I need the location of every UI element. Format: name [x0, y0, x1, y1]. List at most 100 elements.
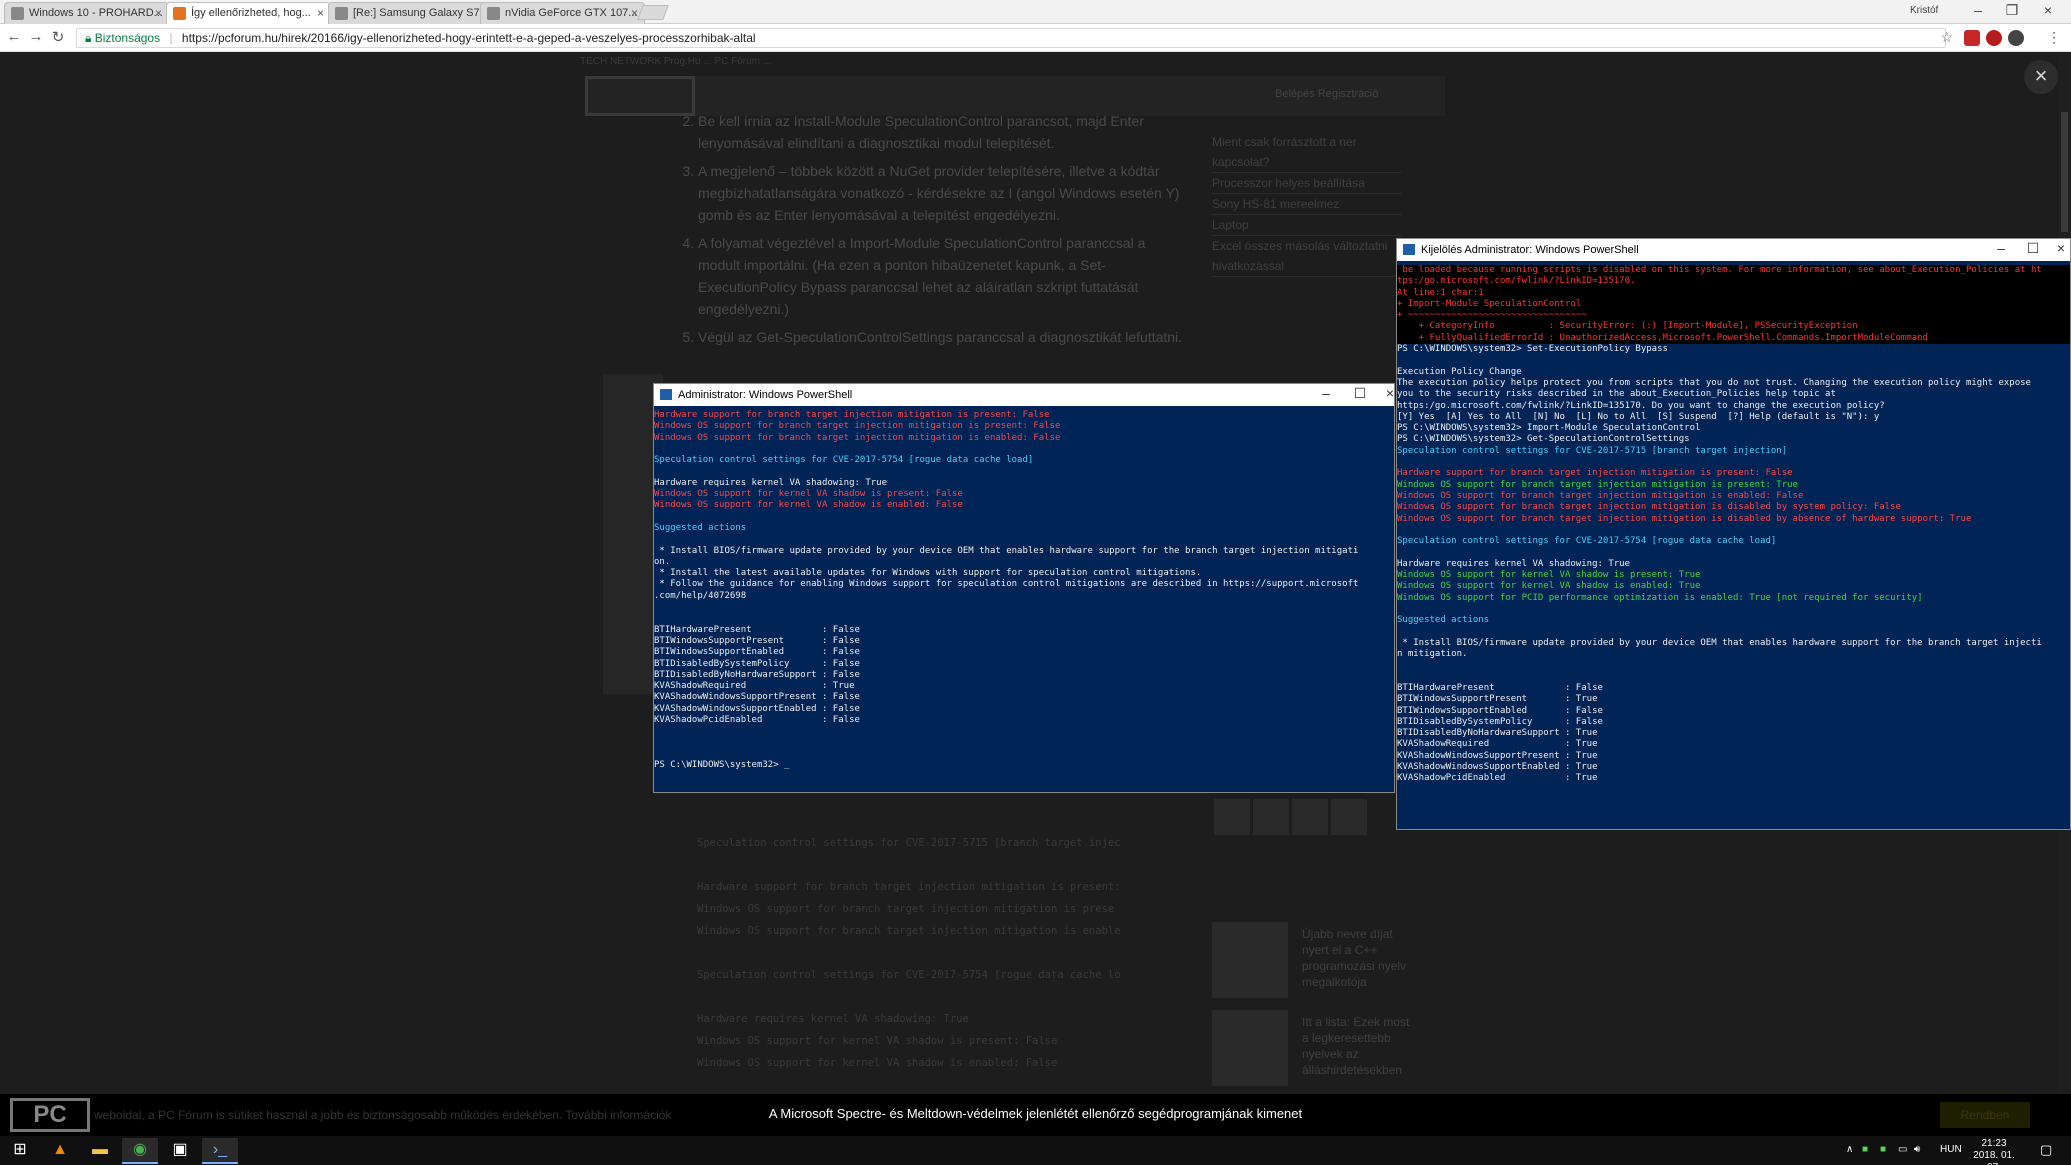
volume-icon[interactable]: 🔊︎ — [1914, 1144, 1920, 1155]
window-titlebar[interactable]: Administrator: Windows PowerShell – ☐ × — [654, 384, 1394, 406]
news-item[interactable]: Újabb nevre díjat nyert el a C++ program… — [1212, 922, 1412, 1010]
window-title: Kijelölés Administrator: Windows PowerSh… — [1421, 244, 1639, 256]
language-indicator[interactable]: HUN — [1940, 1144, 1962, 1155]
extension-icon[interactable] — [2008, 30, 2024, 46]
clock[interactable]: 21:23 2018. 01. 07. — [1970, 1138, 2018, 1165]
powershell-window-left[interactable]: Administrator: Windows PowerShell – ☐ × … — [653, 383, 1395, 793]
console-line: Windows OS support for branch target inj… — [654, 432, 1061, 443]
forward-arrow-icon[interactable]: → — [26, 28, 46, 45]
article-step: Be kell írnia az Install-Module Speculat… — [698, 110, 1188, 154]
console-line: Windows OS support for kernel VA shadow … — [1397, 581, 1701, 592]
sidebar-item[interactable]: Laptop — [1212, 215, 1402, 236]
console-output[interactable]: be loaded because running scripts is dis… — [1397, 261, 2070, 829]
console-line: KVAShadowWindowsSupportEnabled : True — [1397, 762, 1598, 773]
sidebar-item[interactable]: Processzor helyes beállítása — [1212, 173, 1402, 194]
powershell-window-right[interactable]: Kijelölés Administrator: Windows PowerSh… — [1396, 238, 2071, 830]
clock-date: 2018. 01. 07. — [1973, 1150, 2015, 1165]
tray-app-icon[interactable]: ■ — [1862, 1144, 1868, 1155]
powershell-taskbar-icon[interactable]: ›_ — [202, 1138, 238, 1164]
code-line: Windows OS support for branch target inj… — [697, 925, 1121, 937]
extension-icon[interactable] — [1986, 30, 2002, 46]
cookie-accept-button[interactable]: Rendben — [1940, 1102, 2030, 1128]
browser-tab[interactable]: Windows 10 - PROHARD... × — [4, 2, 169, 24]
browser-tab-active[interactable]: Így ellenőrizheted, hog... × — [166, 2, 331, 24]
close-window-icon[interactable]: × — [1372, 385, 1394, 401]
extension-icon[interactable] — [1964, 30, 1980, 46]
news-list: Újabb nevre díjat nyert el a C++ program… — [1212, 922, 1412, 1098]
window-titlebar[interactable]: Kijelölés Administrator: Windows PowerSh… — [1397, 239, 2070, 261]
scrollbar-thumb[interactable] — [2061, 112, 2068, 232]
maximize-icon[interactable]: ❐ — [1992, 2, 2032, 19]
minimize-icon[interactable]: – — [1308, 385, 1344, 401]
network-icon[interactable]: ▭ — [1898, 1144, 1907, 1155]
login-links[interactable]: Belépés Regisztráció — [1275, 88, 1378, 100]
news-item[interactable]: Itt a lista: Ezek most a legkeresettebb … — [1212, 1010, 1412, 1098]
sidebar-item[interactable]: Sony HS-81 mereelmez — [1212, 194, 1402, 215]
code-line: Windows OS support for kernel VA shadow … — [697, 1057, 1058, 1069]
tab-favicon-icon — [335, 7, 348, 20]
lightbox-close-icon[interactable]: × — [2024, 60, 2058, 94]
console-line: PS C:\WINDOWS\system32> _ — [654, 760, 790, 771]
image-caption-bar: PC weboldal, a PC Fórum is sütiket haszn… — [0, 1094, 2071, 1136]
start-menu-icon[interactable]: ⊞ — [2, 1138, 38, 1164]
console-line: BTIDisabledByNoHardwareSupport : False — [654, 669, 860, 680]
browser-tab[interactable]: [Re:] Samsung Galaxy S7... × — [328, 2, 493, 24]
menu-dots-icon[interactable]: ⋮ — [2047, 29, 2061, 46]
code-line: Windows OS support for branch target inj… — [697, 903, 1115, 915]
console-line: BTIDisabledBySystemPolicy : False — [1397, 716, 1603, 727]
browser-toolbar: ← → ↻ 🔒︎ Biztonságos | https://pcforum.h… — [0, 24, 2071, 52]
console-line: BTIDisabledBySystemPolicy : False — [654, 658, 860, 669]
code-line: Hardware requires kernel VA shadowing: T… — [697, 1013, 969, 1025]
console-line: tps:/go.microsoft.com/fwlink/?LinkID=135… — [1397, 276, 2070, 288]
close-tab-icon[interactable]: × — [155, 6, 162, 20]
notification-icon[interactable]: ▢ — [2040, 1142, 2052, 1158]
thumbnail[interactable] — [1292, 799, 1328, 835]
close-tab-icon[interactable]: × — [317, 6, 324, 20]
tray-app-icon[interactable]: ■ — [1880, 1144, 1886, 1155]
chrome-icon[interactable]: ◉ — [122, 1138, 158, 1164]
screen: Windows 10 - PROHARD... × Így ellenőrizh… — [0, 0, 2071, 1165]
console-line: + Import-Module SpeculationControl — [1397, 298, 2070, 311]
app-icon[interactable]: ▣ — [162, 1138, 198, 1164]
article-step: A megjelenő – többek között a NuGet prov… — [698, 160, 1188, 226]
console-line: Hardware requires kernel VA shadowing: T… — [654, 477, 887, 488]
back-arrow-icon[interactable]: ← — [4, 28, 24, 45]
console-line: Windows OS support for branch target inj… — [1397, 490, 1804, 501]
console-output[interactable]: Hardware support for branch target injec… — [654, 406, 1394, 792]
minimize-icon[interactable]: – — [1983, 240, 2019, 256]
console-line: n mitigation. — [1397, 649, 1468, 660]
browser-tab[interactable]: nVidia GeForce GTX 107... × — [480, 2, 645, 24]
reload-icon[interactable]: ↻ — [48, 28, 68, 46]
tray-chevron-icon[interactable]: ∧ — [1846, 1144, 1853, 1155]
bookmark-star-icon[interactable]: ☆ — [1940, 29, 1953, 46]
file-explorer-icon[interactable]: ▬ — [82, 1138, 118, 1164]
powershell-icon — [1403, 244, 1415, 255]
page-top-nav: TECH NETWORK Prog.Hu ... PC Fórum ... — [580, 56, 772, 67]
vlc-icon[interactable]: ▲ — [42, 1138, 78, 1164]
code-line: Hardware support for branch target injec… — [697, 881, 1121, 893]
console-line: BTIHardwarePresent : False — [1397, 682, 1603, 693]
thumbnail[interactable] — [1331, 799, 1367, 835]
console-line: Windows OS support for branch target inj… — [1397, 502, 1901, 513]
thumbnail[interactable] — [1214, 799, 1250, 835]
sidebar-item[interactable]: Excel összes másolás változtatni hivatko… — [1212, 236, 1402, 277]
address-bar[interactable]: 🔒︎ Biztonságos | https://pcforum.hu/hire… — [76, 28, 1946, 48]
thumbnail-strip — [1214, 799, 1404, 835]
new-tab-button[interactable] — [637, 5, 669, 20]
console-line: PS C:\WINDOWS\system32> Import-Module Sp… — [1397, 423, 1701, 434]
thumbnail[interactable] — [1253, 799, 1289, 835]
image-caption: A Microsoft Spectre- és Meltdown-védelme… — [768, 1106, 1303, 1121]
close-window-icon[interactable]: × — [2028, 2, 2068, 18]
sidebar-item[interactable]: Mient csak forrásztott a ner kapcsolat? — [1212, 132, 1402, 173]
console-line: PS C:\WINDOWS\system32> Set-ExecutionPol… — [1397, 344, 1668, 355]
close-window-icon[interactable]: × — [2043, 240, 2070, 256]
profile-name[interactable]: Kristóf — [1910, 5, 1938, 16]
console-line: PS C:\WINDOWS\system32> Get-SpeculationC… — [1397, 434, 1690, 445]
news-title: Itt a lista: Ezek most a legkeresettebb … — [1302, 1015, 1410, 1077]
